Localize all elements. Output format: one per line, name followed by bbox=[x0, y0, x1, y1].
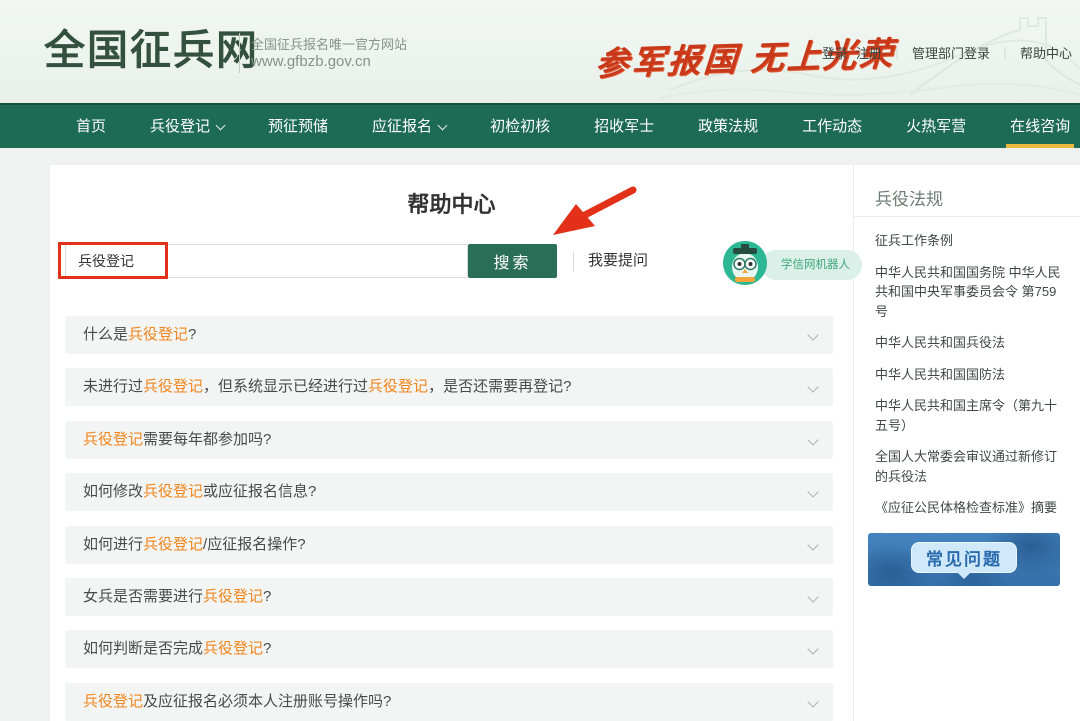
ask-question-link[interactable]: 我要提问 bbox=[588, 244, 648, 278]
login-link[interactable]: 登录 bbox=[822, 46, 848, 61]
law-link[interactable]: 征兵工作条例 bbox=[875, 231, 1069, 251]
sidebar-title: 兵役法规 bbox=[875, 185, 943, 210]
faq-item[interactable]: 女兵是否需要进行兵役登记? bbox=[65, 578, 833, 616]
chevron-down-icon bbox=[807, 434, 818, 445]
link-separator: ｜ bbox=[891, 47, 903, 61]
nav-item-预征预储[interactable]: 预征预储 bbox=[246, 105, 350, 148]
link-separator: ｜ bbox=[999, 47, 1011, 61]
ask-divider bbox=[573, 251, 574, 271]
nav-item-招收军士[interactable]: 招收军士 bbox=[572, 105, 676, 148]
chevron-down-icon bbox=[807, 329, 818, 340]
robot-owl-icon[interactable] bbox=[723, 241, 767, 285]
faq-item[interactable]: 如何修改兵役登记或应征报名信息? bbox=[65, 473, 833, 511]
law-link[interactable]: 中华人民共和国国防法 bbox=[875, 365, 1069, 385]
highlighted-keyword: 兵役登记 bbox=[83, 431, 143, 448]
nav-item-应征报名[interactable]: 应征报名 bbox=[350, 105, 468, 148]
faq-banner[interactable]: 常见问题 bbox=[868, 533, 1060, 586]
page: 全国征兵网 全国征兵报名唯一官方网站 www.gfbzb.gov.cn 参军报国… bbox=[0, 0, 1080, 721]
nav-item-初检初核[interactable]: 初检初核 bbox=[468, 105, 572, 148]
faq-item[interactable]: 兵役登记需要每年都参加吗? bbox=[65, 421, 833, 459]
chevron-down-icon bbox=[807, 643, 818, 654]
nav-item-工作动态[interactable]: 工作动态 bbox=[780, 105, 884, 148]
faq-item[interactable]: 兵役登记及应征报名必须本人注册账号操作吗? bbox=[65, 683, 833, 721]
chevron-down-icon bbox=[807, 539, 818, 550]
site-logo[interactable]: 全国征兵网 bbox=[44, 26, 259, 74]
law-link[interactable]: 中华人民共和国国务院 中华人民共和国中央军事委员会令 第759号 bbox=[875, 263, 1069, 322]
highlighted-keyword: 兵役登记 bbox=[368, 378, 428, 395]
highlighted-keyword: 兵役登记 bbox=[143, 378, 203, 395]
law-link[interactable]: 中华人民共和国主席令（第九十五号） bbox=[875, 396, 1069, 435]
chevron-down-icon bbox=[807, 696, 818, 707]
highlighted-keyword: 兵役登记 bbox=[203, 640, 263, 657]
nav-item-首页[interactable]: 首页 bbox=[54, 105, 128, 148]
faq-item[interactable]: 如何判断是否完成兵役登记? bbox=[65, 630, 833, 668]
help-center-link[interactable]: 帮助中心 bbox=[1020, 46, 1072, 61]
header-links: 登录注册 ｜ 管理部门登录 ｜ 帮助中心 bbox=[822, 43, 1072, 62]
chevron-down-icon bbox=[807, 591, 818, 602]
law-link[interactable]: 《应征公民体格检查标准》摘要 bbox=[875, 498, 1069, 518]
highlighted-keyword: 兵役登记 bbox=[128, 326, 188, 343]
admin-login-link[interactable]: 管理部门登录 bbox=[912, 46, 990, 61]
chevron-down-icon bbox=[216, 121, 226, 131]
main-nav: 首页兵役登记预征预储应征报名初检初核招收军士政策法规工作动态火热军营在线咨询廉洁… bbox=[0, 103, 1080, 148]
law-link[interactable]: 全国人大常委会审议通过新修订的兵役法 bbox=[875, 447, 1069, 486]
site-url: www.gfbzb.gov.cn bbox=[251, 53, 371, 70]
nav-item-兵役登记[interactable]: 兵役登记 bbox=[128, 105, 246, 148]
highlighted-keyword: 兵役登记 bbox=[143, 536, 203, 553]
chatbot-widget[interactable]: 学信网机器人 bbox=[723, 239, 895, 287]
site-header: 全国征兵网 全国征兵报名唯一官方网站 www.gfbzb.gov.cn 参军报国… bbox=[0, 0, 1080, 103]
chatbot-label[interactable]: 学信网机器人 bbox=[761, 250, 862, 280]
content-card: 帮助中心 搜索 我要提问 学信网机器人 bbox=[50, 165, 1080, 721]
nav-item-在线咨询[interactable]: 在线咨询 bbox=[988, 105, 1080, 148]
law-link[interactable]: 中华人民共和国兵役法 bbox=[875, 333, 1069, 353]
nav-item-火热军营[interactable]: 火热军营 bbox=[884, 105, 988, 148]
faq-banner-bubble: 常见问题 bbox=[911, 542, 1017, 573]
laws-list: 征兵工作条例中华人民共和国国务院 中华人民共和国中央军事委员会令 第759号中华… bbox=[875, 231, 1069, 561]
faq-item[interactable]: 未进行过兵役登记，但系统显示已经进行过兵役登记，是否还需要再登记? bbox=[65, 368, 833, 406]
page-title: 帮助中心 bbox=[50, 187, 853, 219]
nav-item-政策法规[interactable]: 政策法规 bbox=[676, 105, 780, 148]
highlighted-keyword: 兵役登记 bbox=[143, 483, 203, 500]
highlighted-keyword: 兵役登记 bbox=[203, 588, 263, 605]
logo-separator bbox=[239, 33, 240, 73]
search-button[interactable]: 搜索 bbox=[468, 244, 557, 278]
faq-item[interactable]: 什么是兵役登记? bbox=[65, 316, 833, 354]
highlighted-keyword: 兵役登记 bbox=[83, 693, 143, 710]
chevron-down-icon bbox=[807, 486, 818, 497]
sidebar-title-divider bbox=[854, 216, 1080, 217]
chevron-down-icon bbox=[438, 121, 448, 131]
site-tagline: 全国征兵报名唯一官方网站 bbox=[251, 34, 407, 53]
search-input[interactable] bbox=[65, 244, 468, 278]
faq-item[interactable]: 如何进行兵役登记/应征报名操作? bbox=[65, 526, 833, 564]
chevron-down-icon bbox=[807, 381, 818, 392]
register-link[interactable]: 注册 bbox=[856, 46, 882, 61]
